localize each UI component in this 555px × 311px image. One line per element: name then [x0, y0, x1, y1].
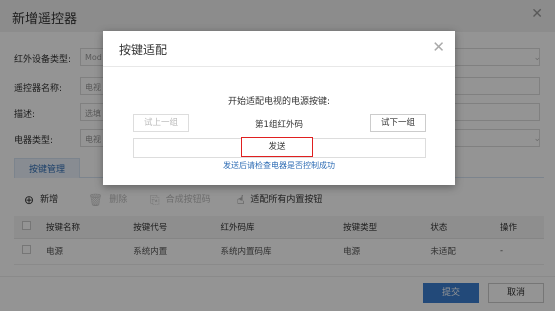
close-icon[interactable]: ✕: [432, 38, 445, 56]
send-hint: 发送后请检查电器是否控制成功: [223, 161, 335, 170]
key-adapt-modal: 按键适配 ✕ 开始适配电视的电源按键: 试上一组 第1组红外码 试下一组 发送 …: [103, 31, 455, 185]
try-next-group-button[interactable]: 试下一组: [370, 114, 426, 132]
send-button[interactable]: 发送: [241, 137, 313, 157]
modal-title: 按键适配: [119, 43, 168, 57]
adapt-prompt: 开始适配电视的电源按键:: [227, 97, 331, 107]
modal-header: 按键适配 ✕: [103, 31, 455, 67]
